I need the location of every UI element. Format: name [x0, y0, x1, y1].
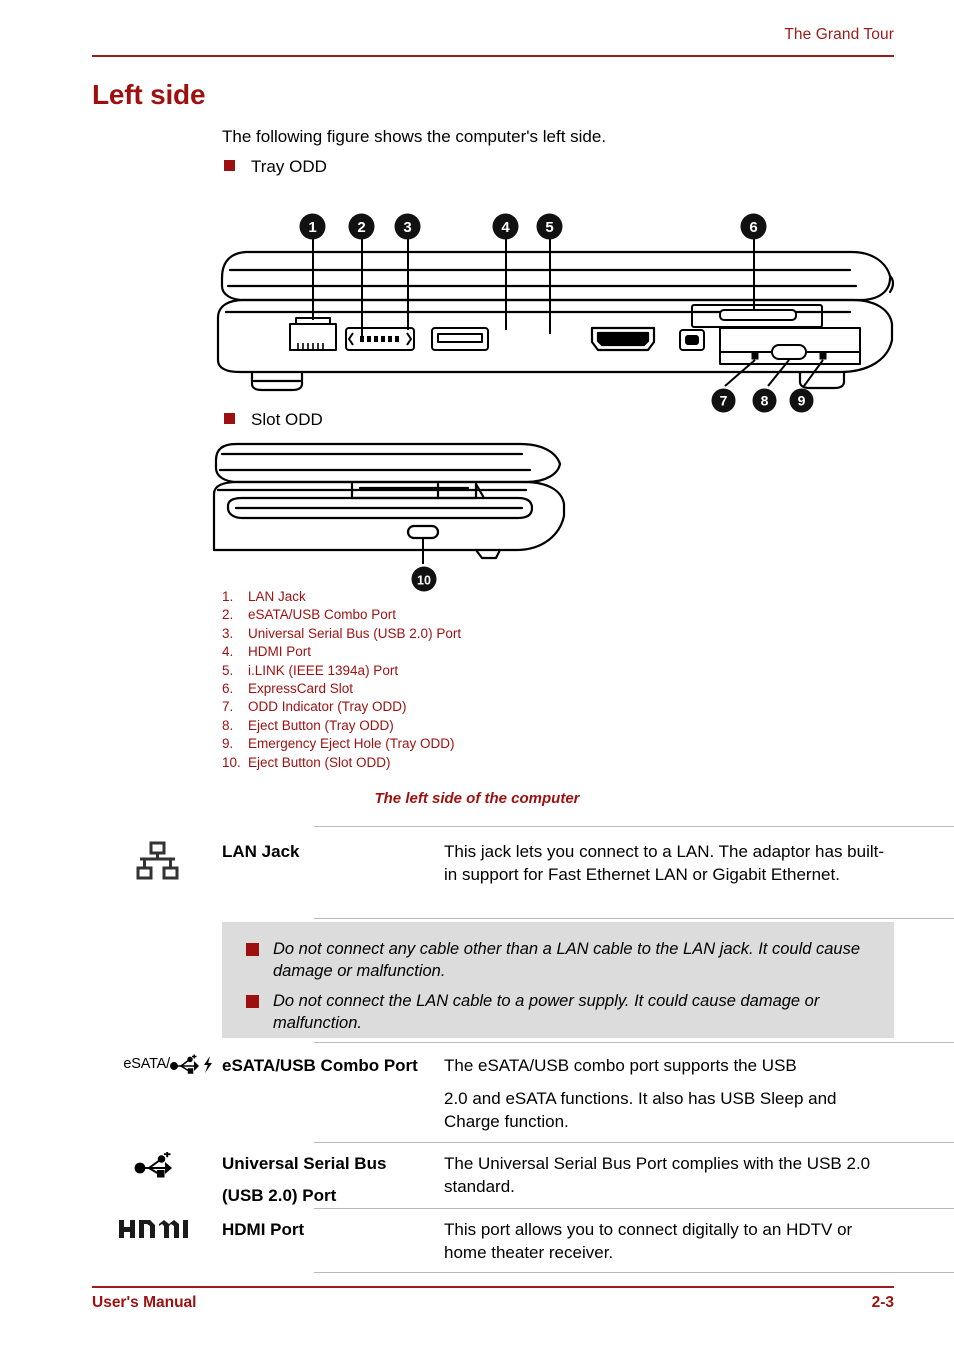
legend-label: HDMI Port [248, 644, 312, 660]
legend-number: 10. [222, 754, 241, 770]
row-name-hdmi-port: HDMI Port [222, 1220, 305, 1239]
warning-text: Do not connect any cable other than a LA… [273, 940, 861, 980]
callout-badge-7: 7 [711, 388, 736, 413]
bullet-label: Tray ODD [251, 157, 327, 176]
warning-item: Do not connect any cable other than a LA… [246, 938, 874, 982]
svg-text:6: 6 [749, 219, 757, 236]
figure-legend-list: 1. LAN Jack 2. eSATA/USB Combo Port 3. U… [222, 588, 461, 772]
svg-text:5: 5 [545, 219, 553, 236]
legend-item: 2. eSATA/USB Combo Port [222, 606, 461, 624]
hdmi-logo-icon [92, 1218, 222, 1242]
table-divider [314, 1142, 954, 1143]
row-desc-usb-port: The Universal Serial Bus Port complies w… [444, 1152, 894, 1198]
callout-badge-6: 6 [740, 213, 767, 240]
legend-label: Emergency Eject Hole (Tray ODD) [248, 736, 455, 752]
page-header-chapter: The Grand Tour [784, 26, 894, 43]
desc-line: The eSATA/USB combo port supports the US… [444, 1056, 797, 1075]
legend-number: 4. [222, 644, 234, 660]
svg-text:9: 9 [798, 393, 806, 409]
legend-number: 1. [222, 589, 234, 604]
callout-badge-9: 9 [789, 388, 814, 413]
esata-icon-text: eSATA/ [123, 1056, 170, 1072]
row-name-line2: (USB 2.0) Port [222, 1186, 337, 1205]
legend-label: LAN Jack [248, 589, 306, 604]
svg-text:3: 3 [403, 219, 411, 236]
bullet-item-tray-odd: Tray ODD [224, 157, 327, 177]
legend-item: 7. ODD Indicator (Tray ODD) [222, 698, 461, 716]
svg-text:7: 7 [720, 393, 728, 409]
table-divider [314, 1208, 954, 1209]
warning-text: Do not connect the LAN cable to a power … [273, 992, 820, 1032]
row-name-esata-usb-combo-port: eSATA/USB Combo Port [222, 1056, 418, 1075]
desc-line: This jack lets you connect to a LAN. The… [444, 842, 885, 884]
svg-text:4: 4 [501, 219, 510, 236]
legend-number: 7. [222, 699, 234, 715]
legend-label: Eject Button (Slot ODD) [248, 754, 391, 770]
legend-item: 10. Eject Button (Slot ODD) [222, 754, 461, 772]
legend-label: eSATA/USB Combo Port [248, 607, 397, 623]
document-page: The Grand Tour Left side The following f… [0, 0, 954, 1352]
warning-callout-box: Do not connect any cable other than a LA… [222, 922, 894, 1038]
table-divider [314, 1042, 954, 1043]
usb-trident-icon [92, 1152, 222, 1178]
callout-badge-2: 2 [348, 213, 375, 240]
page-title: Left side [92, 79, 206, 110]
legend-item: 5. i.LINK (IEEE 1394a) Port [222, 662, 461, 680]
footer-manual-label: User's Manual [92, 1294, 197, 1311]
legend-label: Universal Serial Bus (USB 2.0) Port [248, 625, 462, 641]
legend-number: 5. [222, 662, 234, 678]
svg-text:10: 10 [417, 573, 431, 587]
legend-label: ODD Indicator (Tray ODD) [248, 699, 407, 715]
warning-item: Do not connect the LAN cable to a power … [246, 990, 874, 1034]
desc-line: This port allows you to connect digitall… [444, 1220, 853, 1262]
svg-text:8: 8 [761, 393, 769, 409]
svg-text:2: 2 [357, 219, 365, 236]
row-desc-lan-jack: This jack lets you connect to a LAN. The… [444, 840, 894, 886]
legend-item: 3. Universal Serial Bus (USB 2.0) Port [222, 625, 461, 643]
row-name-line1: Universal Serial Bus [222, 1154, 387, 1173]
table-divider [314, 1272, 954, 1273]
bullet-item-slot-odd: Slot ODD [224, 410, 323, 430]
legend-item: 6. ExpressCard Slot [222, 680, 461, 698]
callout-badge-4: 4 [492, 213, 519, 240]
legend-label: i.LINK (IEEE 1394a) Port [248, 662, 399, 678]
legend-item: 1. LAN Jack [222, 588, 461, 606]
header-divider [92, 55, 894, 57]
footer-page-number: 2-3 [871, 1294, 894, 1311]
legend-number: 3. [222, 625, 234, 641]
legend-number: 6. [222, 681, 234, 697]
callout-badge-3: 3 [394, 213, 421, 240]
square-bullet-icon [224, 413, 235, 424]
square-bullet-icon [246, 943, 259, 956]
footer-divider [92, 1286, 894, 1288]
legend-number: 2. [222, 607, 234, 623]
legend-item: 4. HDMI Port [222, 643, 461, 661]
legend-item: 8. Eject Button (Tray ODD) [222, 717, 461, 735]
legend-item: 9. Emergency Eject Hole (Tray ODD) [222, 735, 461, 753]
table-divider [314, 918, 954, 919]
row-name-usb-port: Universal Serial Bus (USB 2.0) Port [222, 1152, 444, 1207]
row-desc-hdmi-port: This port allows you to connect digitall… [444, 1218, 894, 1264]
callout-badge-5: 5 [536, 213, 563, 240]
figure-caption: The left side of the computer [374, 790, 580, 807]
square-bullet-icon [246, 995, 259, 1008]
desc-line: The Universal Serial Bus Port complies w… [444, 1154, 871, 1196]
figure-slot-odd-left-side [200, 430, 600, 575]
callout-badge-1: 1 [299, 213, 326, 240]
legend-label: Eject Button (Tray ODD) [248, 717, 394, 733]
square-bullet-icon [224, 160, 235, 171]
intro-paragraph: The following figure shows the computer'… [222, 127, 607, 146]
callout-badge-8: 8 [752, 388, 777, 413]
table-divider [314, 826, 954, 827]
legend-label: ExpressCard Slot [248, 681, 354, 697]
bullet-label: Slot ODD [251, 410, 323, 429]
legend-number: 8. [222, 717, 234, 733]
row-desc-esata-usb-combo-port: The eSATA/USB combo port supports the US… [444, 1054, 894, 1133]
lan-network-icon [92, 840, 222, 882]
desc-line: 2.0 and eSATA functions. It also has USB… [444, 1089, 837, 1131]
legend-number: 9. [222, 736, 234, 752]
esata-usb-charge-icon: eSATA/ [92, 1054, 222, 1074]
svg-text:1: 1 [308, 219, 316, 236]
row-name-lan-jack: LAN Jack [222, 842, 300, 861]
